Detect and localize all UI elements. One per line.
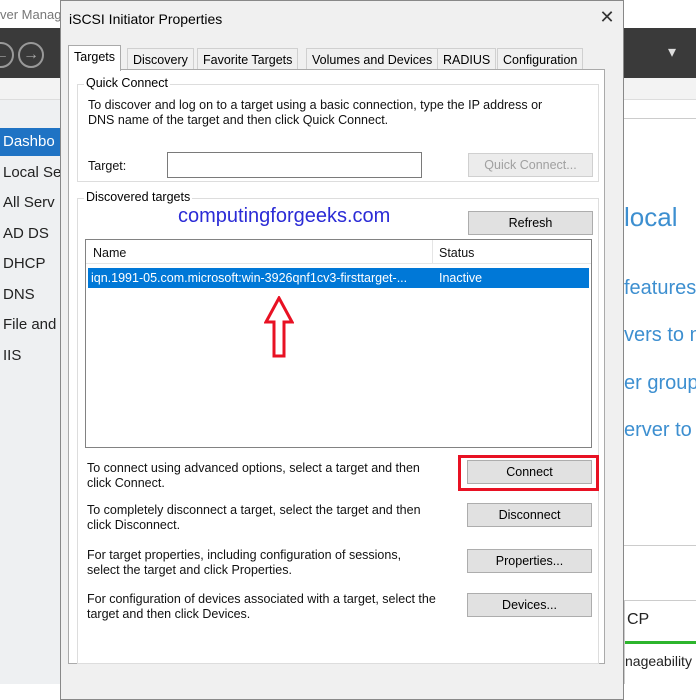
arrow-up-icon bbox=[264, 296, 294, 358]
target-status: Inactive bbox=[439, 271, 483, 285]
chevron-down-icon[interactable]: ▾ bbox=[668, 42, 676, 62]
targets-list[interactable]: Name Status iqn.1991-05.com.microsoft:wi… bbox=[85, 239, 592, 448]
group-label: Quick Connect bbox=[84, 76, 170, 90]
tab-favorite-targets[interactable]: Favorite Targets bbox=[197, 48, 299, 70]
quick-connect-group: Quick Connect To discover and log on to … bbox=[77, 76, 599, 182]
list-header: Name Status bbox=[86, 240, 591, 264]
nav-dhcp[interactable]: DHCP bbox=[0, 250, 60, 278]
nav-all-servers[interactable]: All Serv bbox=[0, 189, 60, 217]
quick-connect-button[interactable]: Quick Connect... bbox=[468, 153, 593, 177]
divider bbox=[624, 545, 696, 546]
nav-ad-ds[interactable]: AD DS bbox=[0, 220, 60, 248]
devices-button[interactable]: Devices... bbox=[467, 593, 592, 617]
dialog-title: iSCSI Initiator Properties bbox=[69, 11, 223, 27]
welcome-heading-fragment: local bbox=[624, 202, 678, 232]
server-manager-title: ver Manag bbox=[0, 7, 62, 22]
link-add-roles[interactable]: features bbox=[624, 277, 696, 300]
nav-file-storage[interactable]: File and bbox=[0, 311, 60, 339]
targets-panel: Quick Connect To discover and log on to … bbox=[68, 69, 605, 664]
tab-discovery[interactable]: Discovery bbox=[127, 48, 194, 70]
iscsi-dialog: iSCSI Initiator Properties ✕ Targets Dis… bbox=[60, 0, 624, 700]
divider bbox=[624, 118, 696, 119]
devices-description: For configuration of devices associated … bbox=[87, 592, 436, 621]
target-name: iqn.1991-05.com.microsoft:win-3926qnf1cv… bbox=[91, 271, 408, 285]
disconnect-description: To completely disconnect a target, selec… bbox=[87, 503, 421, 532]
connect-description: To connect using advanced options, selec… bbox=[87, 461, 420, 490]
tab-volumes-devices[interactable]: Volumes and Devices bbox=[306, 48, 439, 70]
watermark: computingforgeeks.com bbox=[178, 205, 391, 227]
target-input[interactable] bbox=[167, 152, 422, 178]
close-icon[interactable]: ✕ bbox=[597, 7, 617, 27]
disconnect-button[interactable]: Disconnect bbox=[467, 503, 592, 527]
target-label: Target: bbox=[88, 159, 127, 173]
link-connect-cloud[interactable]: erver to bbox=[624, 419, 692, 442]
nav-dns[interactable]: DNS bbox=[0, 281, 60, 309]
status-bar bbox=[625, 641, 696, 644]
column-name[interactable]: Name bbox=[93, 246, 126, 261]
group-label: Discovered targets bbox=[84, 190, 193, 204]
link-add-servers[interactable]: vers to m bbox=[624, 324, 696, 347]
tile-manageability[interactable]: nageability bbox=[625, 653, 692, 669]
nav-local-server[interactable]: Local Se bbox=[0, 159, 60, 187]
table-row[interactable]: iqn.1991-05.com.microsoft:win-3926qnf1cv… bbox=[88, 268, 589, 288]
back-icon[interactable]: ← bbox=[0, 42, 14, 68]
nav-dashboard[interactable]: Dashbo bbox=[0, 128, 60, 156]
quick-connect-description: To discover and log on to a target using… bbox=[88, 98, 543, 127]
nav-iis[interactable]: IIS bbox=[0, 342, 60, 370]
forward-icon[interactable]: → bbox=[18, 42, 44, 68]
link-create-group[interactable]: er group bbox=[624, 372, 696, 395]
properties-description: For target properties, including configu… bbox=[87, 548, 402, 577]
tab-configuration[interactable]: Configuration bbox=[497, 48, 584, 70]
column-status[interactable]: Status bbox=[439, 246, 474, 261]
connect-button[interactable]: Connect bbox=[467, 460, 592, 484]
dhcp-tile[interactable]: CP nageability bbox=[624, 600, 696, 684]
properties-button[interactable]: Properties... bbox=[467, 549, 592, 573]
tab-targets[interactable]: Targets bbox=[68, 45, 121, 71]
refresh-button[interactable]: Refresh bbox=[468, 211, 593, 235]
tab-radius[interactable]: RADIUS bbox=[437, 48, 497, 70]
tile-title: CP bbox=[627, 611, 650, 628]
server-manager-nav: Dashbo Local Se All Serv AD DS DHCP DNS … bbox=[0, 100, 60, 684]
